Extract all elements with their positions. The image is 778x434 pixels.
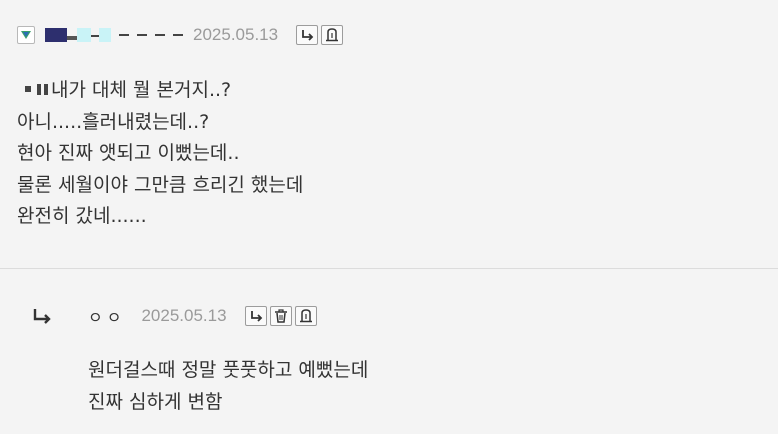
comment-body: 내가 대체 뭘 본거지..? 아니.....흘러내렸는데..? 현아 진짜 앳되…: [17, 75, 303, 233]
comment-meta: 2025.05.13: [17, 23, 346, 47]
report-icon: [299, 309, 312, 323]
redacted-mark: [25, 86, 31, 92]
reply-line: 진짜 심하게 변함: [88, 390, 223, 413]
reply-indicator-icon: [30, 306, 88, 326]
nickname-redacted[interactable]: [45, 26, 183, 44]
member-badge-icon: [17, 26, 35, 44]
comment-line: 물론 세월이야 그만큼 흐리긴 했는데: [17, 173, 304, 196]
reply-line: 원더걸스때 정말 풋풋하고 예뻤는데: [88, 359, 369, 381]
reply-icon: [250, 311, 262, 322]
report-button[interactable]: [294, 306, 317, 326]
delete-button[interactable]: [269, 306, 292, 326]
comment-line: 내가 대체 뭘 본거지..?: [17, 75, 303, 107]
reply-date: 2025.05.13: [141, 306, 227, 325]
reply-nickname[interactable]: ㅇㅇ: [88, 304, 125, 328]
comment: 2025.05.13 내가 대체 뭘 본거지..? 아니.....흘러내렸는데.…: [0, 0, 778, 268]
report-icon: [326, 28, 339, 42]
reply-button[interactable]: [244, 306, 267, 326]
comment-date: 2025.05.13: [193, 25, 279, 44]
comment-line: 현아 진짜 앳되고 이뻤는데..: [17, 142, 240, 164]
comment-line: 아니.....흘러내렸는데..?: [17, 110, 210, 133]
reply-meta: ㅇㅇ 2025.05.13: [30, 304, 320, 328]
reply-body: 원더걸스때 정말 풋풋하고 예뻤는데 진짜 심하게 변함: [88, 355, 368, 418]
comment-line: 완전히 갔네......: [17, 205, 147, 227]
reply-button[interactable]: [296, 25, 319, 45]
reply-icon: [302, 30, 314, 41]
trash-icon: [274, 309, 287, 323]
report-button[interactable]: [321, 25, 344, 45]
